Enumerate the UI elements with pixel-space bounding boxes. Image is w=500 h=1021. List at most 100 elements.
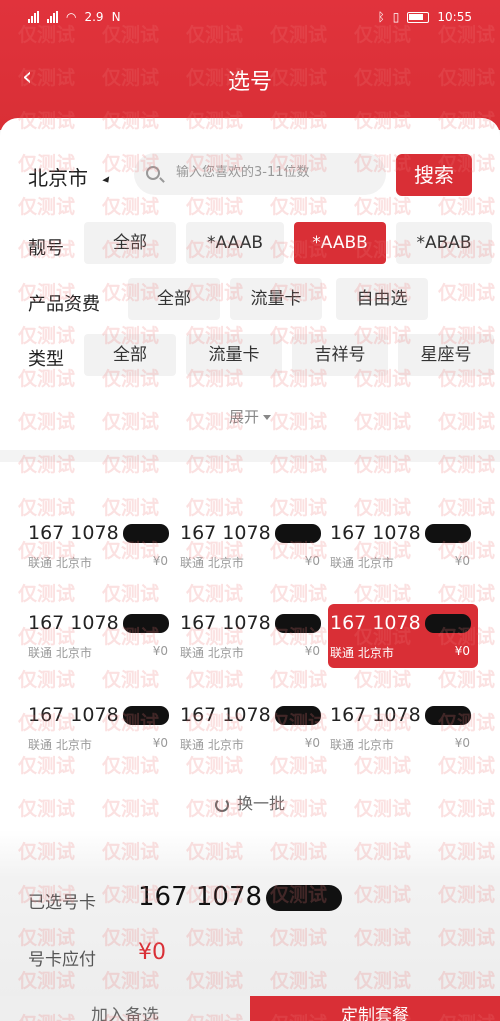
number-meta: 联通 北京市 — [330, 554, 394, 571]
redaction-mark — [424, 706, 471, 725]
number-city: 北京市 — [55, 556, 92, 570]
selected-number-text: 167 1078 — [138, 882, 263, 912]
city-selector[interactable]: 北京市 — [28, 162, 88, 191]
number-city: 北京市 — [357, 738, 394, 752]
number-price: ¥0 — [304, 736, 320, 750]
refresh-button[interactable]: 换一批 — [0, 790, 500, 814]
number-city: 北京市 — [357, 556, 394, 570]
phone-number: 167 1078 — [180, 612, 321, 634]
chip-plan-all[interactable]: 全部 — [128, 278, 220, 320]
number-card[interactable]: 167 1078 联通 北京市 ¥0 — [26, 604, 176, 668]
footer-panel — [0, 830, 500, 1021]
chip-plan-data-card[interactable]: 流量卡 — [230, 278, 322, 320]
phone-number: 167 1078 — [330, 612, 471, 634]
number-card[interactable]: 167 1078 联通 北京市 ¥0 — [26, 696, 176, 760]
number-card[interactable]: 167 1078 联通 北京市 ¥0 — [178, 514, 328, 578]
redaction-mark — [274, 614, 321, 633]
chip-type-lucky[interactable]: 吉祥号 — [292, 334, 388, 376]
carrier: 联通 — [330, 738, 355, 752]
status-bar: ◠ 2.9 N ᛒ ▯ 10:55 — [0, 8, 500, 28]
carrier: 联通 — [28, 646, 53, 660]
expand-toggle[interactable]: 展开 — [0, 406, 500, 427]
chip-pretty-all[interactable]: 全部 — [84, 222, 176, 264]
chip-pretty-aabb[interactable]: *AABB — [294, 222, 386, 264]
phone-number: 167 1078 — [180, 522, 321, 544]
battery-icon — [407, 11, 430, 23]
number-price: ¥0 — [454, 644, 470, 658]
number-price: ¥0 — [304, 644, 320, 658]
redaction-mark — [424, 614, 471, 633]
chevron-down-icon — [263, 415, 271, 420]
number-city: 北京市 — [357, 646, 394, 660]
phone-number-prefix: 167 1078 — [180, 612, 271, 634]
number-card[interactable]: 167 1078 联通 北京市 ¥0 — [178, 696, 328, 760]
number-meta: 联通 北京市 — [28, 644, 92, 661]
redaction-mark — [274, 524, 321, 543]
carrier: 联通 — [28, 738, 53, 752]
carrier: 联通 — [330, 556, 355, 570]
phone-number: 167 1078 — [330, 704, 471, 726]
search-button[interactable]: 搜索 — [396, 154, 472, 196]
number-card[interactable]: 167 1078 联通 北京市 ¥0 — [178, 604, 328, 668]
number-city: 北京市 — [55, 738, 92, 752]
chip-type-all[interactable]: 全部 — [84, 334, 176, 376]
phone-number: 167 1078 — [28, 522, 169, 544]
phone-number-prefix: 167 1078 — [28, 522, 119, 544]
expand-label: 展开 — [228, 408, 259, 426]
cell-signal-icon-2 — [47, 11, 58, 23]
carrier: 联通 — [180, 738, 205, 752]
chip-pretty-aaab[interactable]: *AAAB — [186, 222, 284, 264]
redaction-mark — [424, 524, 471, 543]
filter-label-plan: 产品资费 — [28, 294, 100, 315]
chip-plan-free-choice[interactable]: 自由选 — [336, 278, 428, 320]
number-price: ¥0 — [152, 644, 168, 658]
phone-number-prefix: 167 1078 — [180, 704, 271, 726]
number-card[interactable]: 167 1078 联通 北京市 ¥0 — [328, 696, 478, 760]
number-meta: 联通 北京市 — [180, 736, 244, 753]
search-icon — [146, 166, 160, 180]
chip-type-zodiac[interactable]: 星座号 — [398, 334, 494, 376]
number-meta: 联通 北京市 — [330, 644, 394, 661]
number-price: ¥0 — [152, 554, 168, 568]
number-city: 北京市 — [55, 646, 92, 660]
number-meta: 联通 北京市 — [330, 736, 394, 753]
number-card[interactable]: 167 1078 联通 北京市 ¥0 — [26, 514, 176, 578]
selected-number-label: 已选号卡 — [28, 893, 96, 913]
refresh-icon — [214, 797, 229, 812]
customize-plan-button[interactable]: 定制套餐 — [250, 996, 500, 1021]
chip-type-data-card[interactable]: 流量卡 — [186, 334, 282, 376]
carrier: 联通 — [180, 646, 205, 660]
selected-number: 167 1078 — [138, 882, 343, 912]
phone-number-prefix: 167 1078 — [330, 704, 421, 726]
carrier: 联通 — [330, 646, 355, 660]
number-price: ¥0 — [454, 736, 470, 750]
phone-number-prefix: 167 1078 — [330, 612, 421, 634]
phone-number: 167 1078 — [28, 704, 169, 726]
refresh-label: 换一批 — [236, 794, 285, 813]
number-meta: 联通 北京市 — [28, 554, 92, 571]
number-city: 北京市 — [207, 646, 244, 660]
number-card[interactable]: 167 1078 联通 北京市 ¥0 — [328, 604, 478, 668]
number-price: ¥0 — [454, 554, 470, 568]
search-input[interactable] — [176, 165, 376, 180]
chip-pretty-abab[interactable]: *ABAB — [396, 222, 492, 264]
vibrate-icon: ▯ — [392, 10, 400, 24]
redaction-mark — [266, 884, 343, 911]
price-label: 号卡应付 — [28, 950, 96, 970]
carrier: 联通 — [180, 556, 205, 570]
search-box[interactable] — [134, 153, 386, 195]
filter-label-pretty: 靓号 — [28, 238, 64, 259]
redaction-mark — [122, 614, 169, 633]
section-divider — [0, 450, 500, 462]
nfc-icon: N — [111, 10, 121, 24]
cell-signal-icon — [28, 11, 39, 23]
number-card[interactable]: 167 1078 联通 北京市 ¥0 — [328, 514, 478, 578]
phone-number: 167 1078 — [180, 704, 321, 726]
add-to-backup-button[interactable]: 加入备选 — [0, 996, 250, 1021]
wifi-icon: ◠ — [66, 10, 77, 24]
phone-number-prefix: 167 1078 — [28, 612, 119, 634]
number-city: 北京市 — [207, 556, 244, 570]
carrier: 联通 — [28, 556, 53, 570]
phone-number: 167 1078 — [330, 522, 471, 544]
phone-number-prefix: 167 1078 — [180, 522, 271, 544]
